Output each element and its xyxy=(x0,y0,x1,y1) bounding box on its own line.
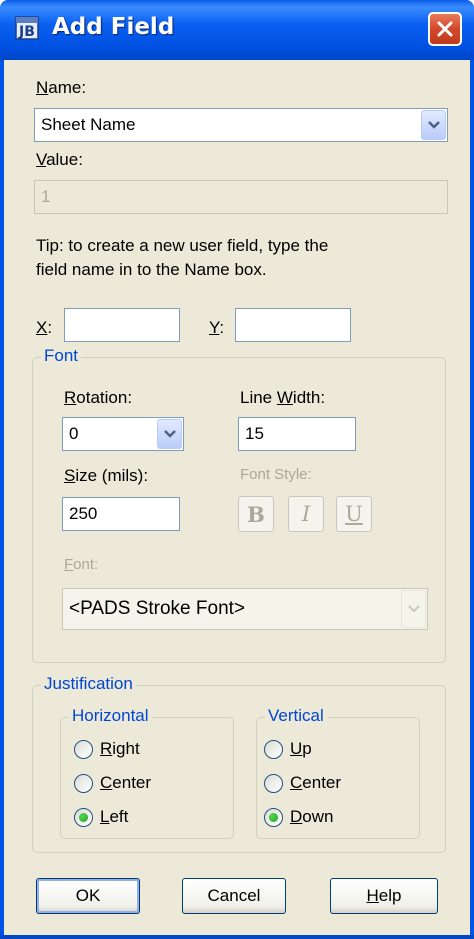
underline-button[interactable]: U xyxy=(336,496,372,532)
name-dropdown-button[interactable] xyxy=(421,110,446,140)
radio-up[interactable] xyxy=(264,740,283,759)
pads-field-icon: JB xyxy=(15,16,39,40)
font-dropdown-button[interactable] xyxy=(401,590,426,628)
line-width-label: Line Width: xyxy=(240,388,326,407)
tip-line-1: Tip: to create a new user field, type th… xyxy=(36,236,329,255)
tip-line-2: field name in to the Name box. xyxy=(36,260,267,279)
value-label: Value: xyxy=(36,150,83,169)
radio-center-vertical-label[interactable]: Center xyxy=(290,773,341,793)
radio-center-vertical[interactable] xyxy=(264,774,283,793)
font-value: <PADS Stroke Font> xyxy=(69,598,246,619)
name-label: Name: xyxy=(36,78,87,97)
ok-button[interactable]: OK xyxy=(36,878,140,914)
name-value: Sheet Name xyxy=(41,115,136,134)
radio-up-label[interactable]: Up xyxy=(290,739,312,759)
value-field[interactable]: 1 xyxy=(34,180,448,214)
bold-button[interactable]: B xyxy=(238,496,274,532)
dialog-body: Name: Sheet Name Value: 1 Tip: to create… xyxy=(4,60,470,935)
cancel-button[interactable]: Cancel xyxy=(182,878,286,914)
radio-down[interactable] xyxy=(264,808,283,827)
line-width-value: 15 xyxy=(245,424,264,443)
justification-legend: Justification xyxy=(41,674,136,694)
vertical-legend: Vertical xyxy=(265,706,327,726)
font-group-legend: Font xyxy=(41,346,82,366)
font-style-label: Font Style: xyxy=(240,466,312,483)
radio-down-label[interactable]: Down xyxy=(290,807,333,827)
rotation-value: 0 xyxy=(69,424,79,443)
x-field[interactable] xyxy=(64,308,180,342)
size-value: 250 xyxy=(69,504,98,523)
close-icon xyxy=(437,21,453,37)
radio-right-label[interactable]: Right xyxy=(100,739,140,759)
window-title: Add Field xyxy=(52,14,175,40)
font-combobox[interactable]: <PADS Stroke Font> xyxy=(62,588,428,630)
add-field-dialog: JB Add Field Name: Sheet Name Value: 1 T… xyxy=(0,0,474,939)
rotation-label: Rotation: xyxy=(64,388,133,407)
radio-right[interactable] xyxy=(74,740,93,759)
font-label: Font: xyxy=(64,556,99,573)
name-combobox[interactable]: Sheet Name xyxy=(34,108,448,142)
line-width-field[interactable]: 15 xyxy=(238,417,356,451)
title-bar[interactable]: JB Add Field xyxy=(0,0,474,60)
window-frame-bottom xyxy=(0,935,474,939)
y-field[interactable] xyxy=(235,308,351,342)
size-field[interactable]: 250 xyxy=(62,497,180,531)
horizontal-legend: Horizontal xyxy=(69,706,152,726)
help-button[interactable]: Help xyxy=(330,878,438,914)
italic-button[interactable]: I xyxy=(288,496,324,532)
close-button[interactable] xyxy=(428,12,462,46)
chevron-down-icon xyxy=(408,605,420,613)
y-label: Y: xyxy=(209,318,225,337)
radio-left-label[interactable]: Left xyxy=(100,807,128,827)
rotation-combobox[interactable]: 0 xyxy=(62,417,184,451)
radio-left[interactable] xyxy=(74,808,93,827)
size-label: Size (mils): xyxy=(64,466,149,485)
radio-selected-dot xyxy=(79,813,88,822)
chevron-down-icon xyxy=(428,121,440,129)
value-text: 1 xyxy=(41,187,51,206)
radio-center-horizontal[interactable] xyxy=(74,774,93,793)
rotation-dropdown-button[interactable] xyxy=(157,419,182,449)
svg-text:JB: JB xyxy=(18,24,35,40)
radio-selected-dot xyxy=(269,813,278,822)
radio-center-horizontal-label[interactable]: Center xyxy=(100,773,151,793)
x-label: X: xyxy=(36,318,53,337)
chevron-down-icon xyxy=(164,430,176,438)
